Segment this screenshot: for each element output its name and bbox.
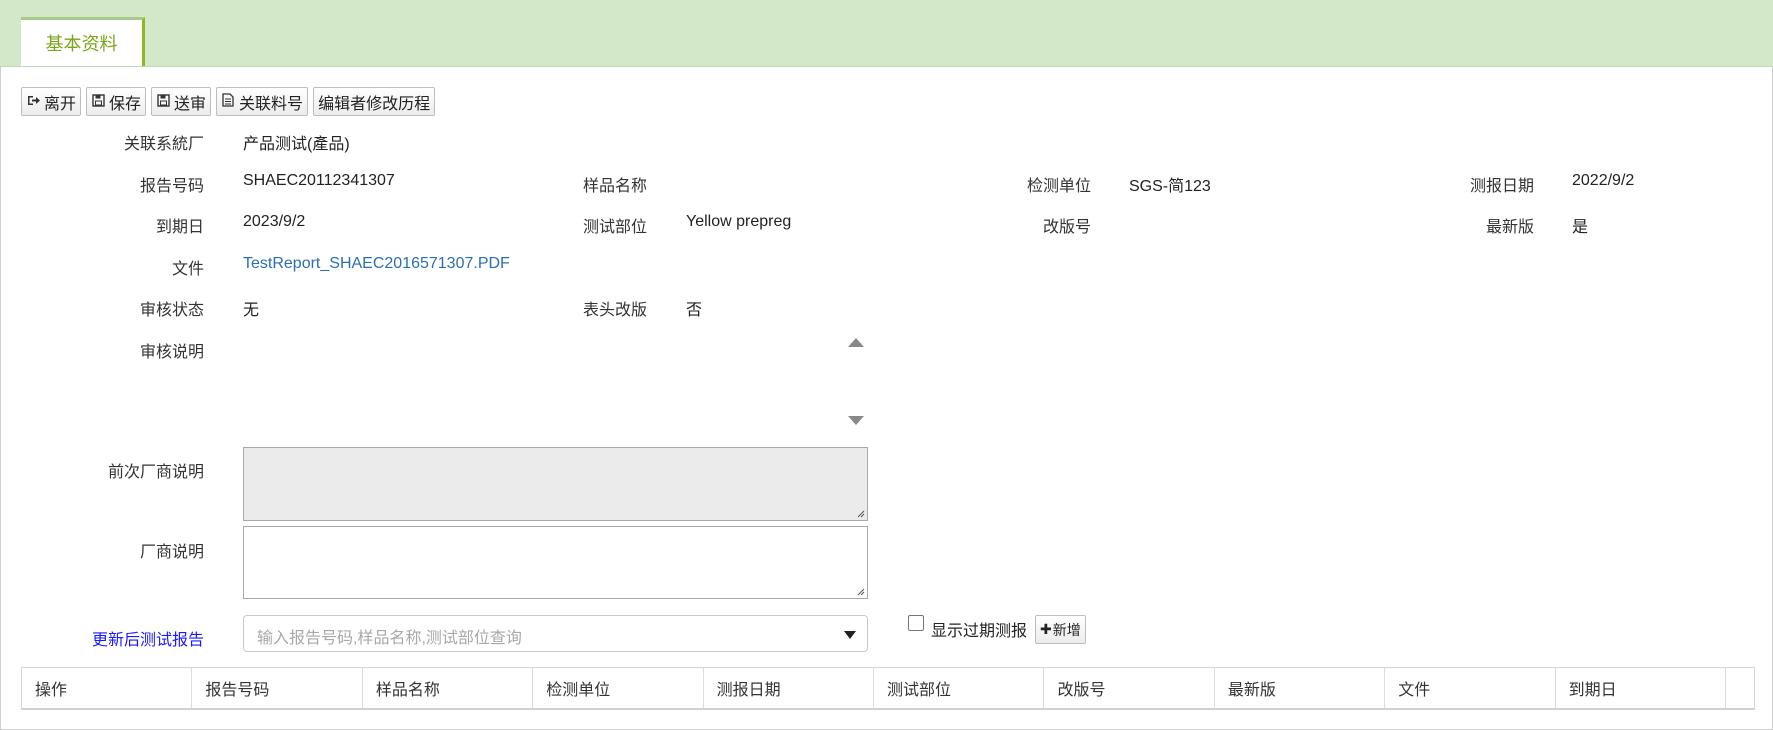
sample-name-label: 样品名称 bbox=[582, 178, 647, 195]
combo-placeholder: 输入报告号码,样品名称,测试部位查询 bbox=[257, 630, 522, 647]
related-part-label: 关联料号 bbox=[239, 95, 304, 113]
save-button[interactable]: 保存 bbox=[86, 87, 147, 116]
column-header: 测报日期 bbox=[704, 668, 875, 708]
tab-label: 基本资料 bbox=[45, 34, 118, 54]
results-table-header: 操作 报告号码 样品名称 检测单位 测报日期 测试部位 改版号 最新版 文件 到… bbox=[21, 667, 1755, 710]
column-header: 测试部位 bbox=[874, 668, 1045, 708]
file-link[interactable]: TestReport_SHAEC2016571307.PDF bbox=[243, 255, 510, 273]
file-label: 文件 bbox=[171, 261, 204, 278]
review-status-label: 审核状态 bbox=[139, 302, 204, 319]
leave-button[interactable]: 离开 bbox=[21, 87, 82, 116]
column-header: 报告号码 bbox=[192, 668, 363, 708]
vendor-note-field[interactable] bbox=[243, 526, 868, 599]
test-part-label: 测试部位 bbox=[582, 219, 647, 236]
toolbar: 离开 保存 送审 关联料号 编辑者修改历程 bbox=[21, 87, 436, 116]
prev-vendor-note-label: 前次厂商说明 bbox=[107, 464, 204, 481]
expiry-label: 到期日 bbox=[155, 219, 204, 236]
document-icon bbox=[221, 93, 235, 110]
report-date-label: 测报日期 bbox=[1469, 178, 1534, 195]
column-header: 检测单位 bbox=[533, 668, 704, 708]
review-status-value: 无 bbox=[243, 302, 260, 319]
test-unit-value: SGS-简123 bbox=[1129, 178, 1211, 195]
expiry-value: 2023/9/2 bbox=[243, 213, 306, 230]
save-icon bbox=[91, 93, 105, 110]
save-label: 保存 bbox=[109, 95, 142, 113]
revision-label: 改版号 bbox=[1042, 219, 1091, 236]
column-header: 到期日 bbox=[1556, 668, 1727, 708]
table-spacer bbox=[1726, 668, 1754, 708]
factory-label: 关联系統厂 bbox=[123, 136, 204, 153]
tab-bar: 基本资料 bbox=[0, 0, 1773, 67]
column-header: 样品名称 bbox=[363, 668, 534, 708]
vendor-note-label: 厂商说明 bbox=[139, 544, 204, 561]
report-no-label: 报告号码 bbox=[139, 178, 204, 195]
factory-value: 产品测试(產品) bbox=[243, 136, 350, 153]
column-header: 最新版 bbox=[1215, 668, 1386, 708]
latest-label: 最新版 bbox=[1485, 219, 1534, 236]
show-expired-label: 显示过期测报 bbox=[931, 623, 1028, 640]
submit-label: 送审 bbox=[174, 95, 207, 113]
submit-review-button[interactable]: 送审 bbox=[151, 87, 212, 116]
test-unit-label: 检测单位 bbox=[1026, 178, 1091, 195]
column-header: 文件 bbox=[1385, 668, 1556, 708]
updated-report-combobox[interactable]: 输入报告号码,样品名称,测试部位查询 bbox=[243, 615, 868, 652]
updated-report-label: 更新后测试报告 bbox=[91, 632, 204, 649]
column-header: 操作 bbox=[22, 668, 193, 708]
prev-vendor-note-field bbox=[243, 447, 868, 521]
scroll-up-arrow[interactable] bbox=[848, 338, 864, 347]
report-date-value: 2022/9/2 bbox=[1572, 172, 1635, 189]
report-no-value: SHAEC20112341307 bbox=[243, 172, 395, 189]
resize-grip-icon bbox=[857, 588, 865, 596]
exit-icon bbox=[26, 94, 40, 110]
tab-basic-info[interactable]: 基本资料 bbox=[21, 17, 145, 66]
column-header: 改版号 bbox=[1044, 668, 1215, 708]
resize-grip-icon bbox=[857, 510, 865, 518]
save-icon bbox=[156, 93, 170, 110]
edit-history-label: 编辑者修改历程 bbox=[318, 95, 431, 113]
test-part-value: Yellow prepreg bbox=[686, 213, 792, 230]
review-note-label: 审核说明 bbox=[139, 344, 204, 361]
plus-icon: ✚ bbox=[1040, 621, 1052, 637]
add-button[interactable]: ✚ 新增 bbox=[1035, 615, 1086, 644]
related-part-button[interactable]: 关联料号 bbox=[216, 87, 309, 116]
header-revision-value: 否 bbox=[686, 302, 703, 319]
dropdown-arrow-icon[interactable] bbox=[844, 631, 856, 639]
leave-label: 离开 bbox=[44, 95, 77, 113]
show-expired-checkbox[interactable] bbox=[908, 615, 924, 631]
edit-history-button[interactable]: 编辑者修改历程 bbox=[313, 87, 436, 116]
header-revision-label: 表头改版 bbox=[582, 302, 647, 319]
scroll-down-arrow[interactable] bbox=[848, 416, 864, 425]
latest-value: 是 bbox=[1572, 219, 1589, 236]
add-label: 新增 bbox=[1052, 621, 1081, 638]
